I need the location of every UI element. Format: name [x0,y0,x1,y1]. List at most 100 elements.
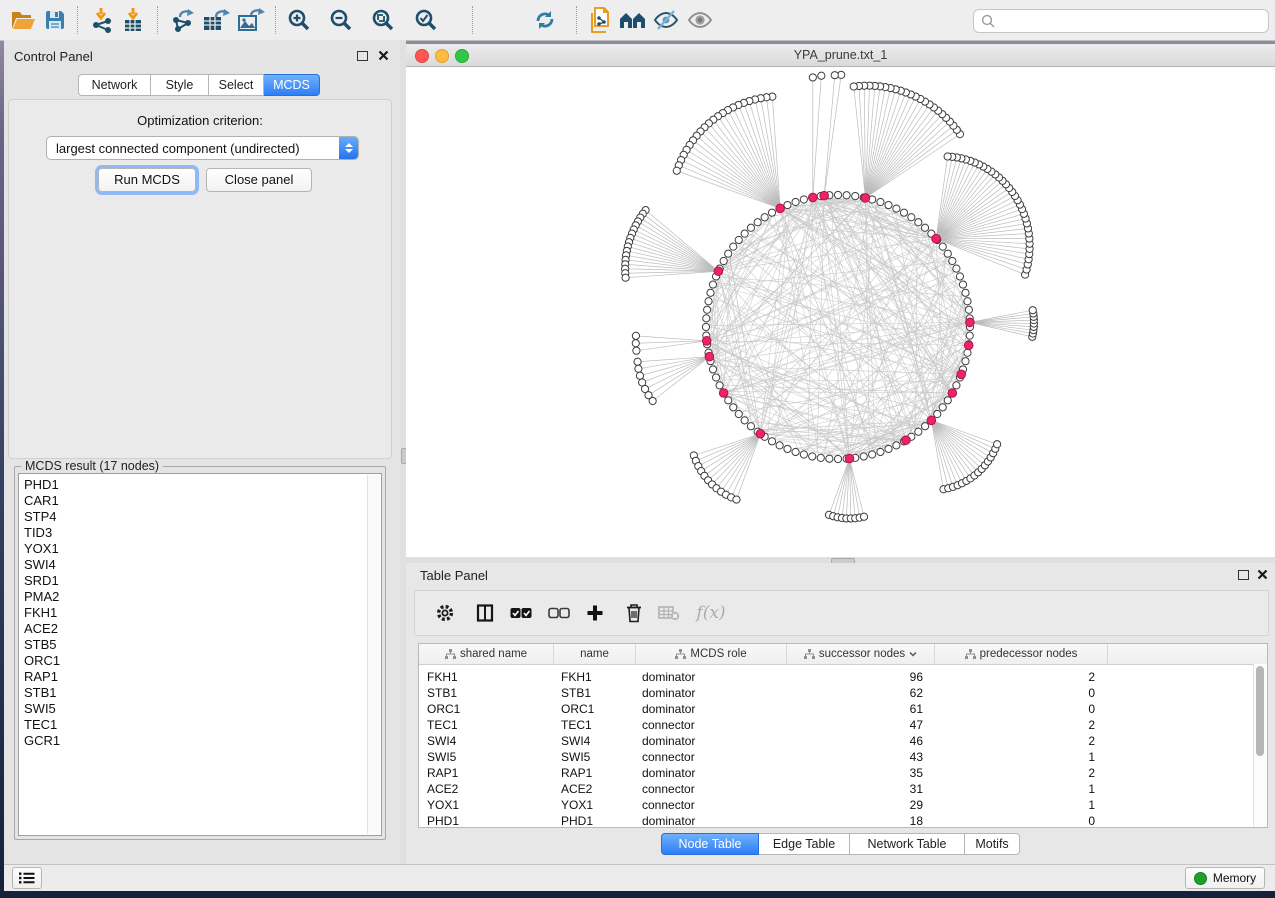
deselect-all-button[interactable] [545,599,573,627]
tab-motifs[interactable]: Motifs [965,833,1020,855]
select-stepper-icon [339,137,358,159]
table-scrollbar[interactable] [1253,664,1267,827]
table-row[interactable]: SWI4SWI4dominator462 [419,733,1267,749]
scrollbar-thumb[interactable] [1256,666,1264,756]
hide-selected-button[interactable] [649,3,683,37]
namespace-icon [675,649,686,660]
list-item[interactable]: TID3 [19,525,381,541]
close-panel-icon[interactable] [1257,569,1268,580]
close-panel-button[interactable]: Close panel [206,168,312,192]
list-item[interactable]: ACE2 [19,621,381,637]
table-row[interactable]: ACE2ACE2connector311 [419,781,1267,797]
tab-network[interactable]: Network [78,74,151,96]
list-item[interactable]: SRD1 [19,573,381,589]
delete-column-button[interactable] [620,599,648,627]
run-mcds-button[interactable]: Run MCDS [98,168,196,192]
search-input[interactable] [995,14,1268,28]
table-row[interactable]: RAP1RAP1dominator352 [419,765,1267,781]
table-row[interactable]: FKH1FKH1dominator962 [419,669,1267,685]
tab-mcds[interactable]: MCDS [264,74,320,96]
table-cell-shared: ORC1 [419,702,553,716]
mcds-result-list: PHD1CAR1STP4TID3YOX1SWI4SRD1PMA2FKH1ACE2… [18,473,382,836]
float-panel-icon[interactable] [1238,570,1249,580]
list-item[interactable]: STB1 [19,685,381,701]
houses-icon [619,10,647,30]
list-item[interactable]: RAP1 [19,669,381,685]
first-neighbors-button[interactable] [616,3,650,37]
tab-edge-table[interactable]: Edge Table [759,833,850,855]
clone-network-button[interactable] [584,3,618,37]
list-item[interactable]: SWI5 [19,701,381,717]
list-item[interactable]: STB5 [19,637,381,653]
network-canvas[interactable] [406,67,1275,557]
list-item[interactable]: YOX1 [19,541,381,557]
import-table-button[interactable] [116,3,150,37]
close-panel-icon[interactable] [378,50,389,61]
list-item[interactable]: ORC1 [19,653,381,669]
criterion-select[interactable]: largest connected component (undirected) [46,136,359,160]
column-header-name[interactable]: name [554,644,636,664]
tab-node-table[interactable]: Node Table [661,833,759,855]
zoom-fit-button[interactable] [366,3,400,37]
list-item[interactable]: GCR1 [19,733,381,749]
list-item[interactable]: TEC1 [19,717,381,733]
network-window: YPA_prune.txt_1 [406,40,1275,557]
open-session-button[interactable] [6,3,40,37]
table-row[interactable]: PHD1PHD1dominator180 [419,813,1267,828]
column-header-shared-name[interactable]: shared name [419,644,554,664]
add-column-button[interactable] [581,599,609,627]
unchecked-boxes-icon [548,607,570,619]
namespace-icon [804,649,815,660]
save-session-button[interactable] [38,3,72,37]
zoom-in-button[interactable] [282,3,316,37]
table-cell-shared: RAP1 [419,766,553,780]
export-table-button[interactable] [199,3,233,37]
table-row[interactable]: SWI5SWI5connector431 [419,749,1267,765]
show-all-button[interactable] [683,3,717,37]
float-panel-icon[interactable] [357,51,368,61]
table-cell-predecessors: 1 [931,798,1103,812]
table-settings-button[interactable] [431,599,459,627]
column-header-mcds-role[interactable]: MCDS role [636,644,787,664]
list-item[interactable]: FKH1 [19,605,381,621]
tab-select[interactable]: Select [209,74,264,96]
toolbar-separator [472,6,473,34]
list-item[interactable]: PHD1 [19,477,381,493]
refresh-layout-button[interactable] [528,3,562,37]
export-network-button[interactable] [166,3,200,37]
table-cell-name: FKH1 [553,670,634,684]
show-columns-button[interactable] [471,599,499,627]
table-panel-title: Table Panel [420,568,488,583]
table-cell-successors: 43 [784,750,931,764]
list-item[interactable]: STP4 [19,509,381,525]
list-item[interactable]: PMA2 [19,589,381,605]
network-graph[interactable] [406,67,1275,557]
export-image-button[interactable] [234,3,268,37]
list-item[interactable]: CAR1 [19,493,381,509]
tab-network-table[interactable]: Network Table [850,833,965,855]
table-row[interactable]: YOX1YOX1connector291 [419,797,1267,813]
task-history-button[interactable] [12,867,42,889]
plus-icon [586,604,604,622]
zoom-in-icon [287,8,311,32]
control-panel-title: Control Panel [14,49,93,64]
memory-button[interactable]: Memory [1185,867,1265,889]
table-cell-role: dominator [634,814,784,828]
import-network-button[interactable] [86,3,120,37]
search-field[interactable] [973,9,1269,33]
tab-style[interactable]: Style [151,74,209,96]
zoom-selected-button[interactable] [409,3,443,37]
column-header-predecessor-nodes[interactable]: predecessor nodes [935,644,1108,664]
table-row[interactable]: TEC1TEC1connector472 [419,717,1267,733]
select-all-button[interactable] [507,599,535,627]
table-row[interactable]: STB1STB1dominator620 [419,685,1267,701]
zoom-out-button[interactable] [324,3,358,37]
list-item[interactable]: SWI4 [19,557,381,573]
table-cell-name: ACE2 [553,782,634,796]
export-image-icon [237,7,265,33]
table-row[interactable]: ORC1ORC1dominator610 [419,701,1267,717]
table-cell-successors: 46 [784,734,931,748]
fx-icon: f(x) [696,603,725,623]
column-header-successor-nodes[interactable]: successor nodes [787,644,935,664]
list-scrollbar[interactable] [367,475,380,834]
